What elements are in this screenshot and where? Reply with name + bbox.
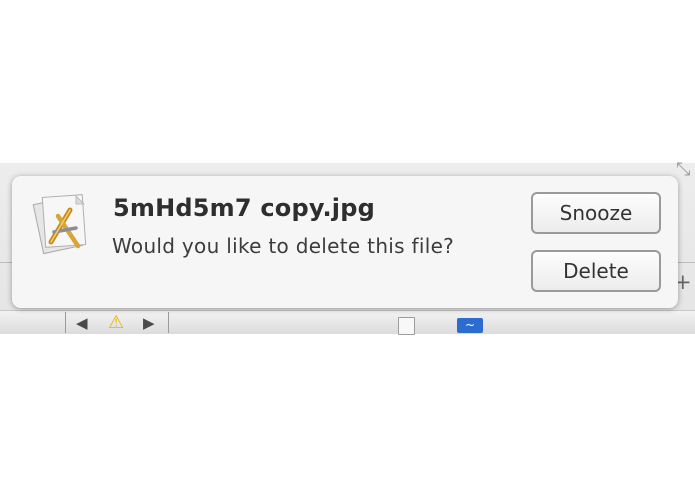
navigator-divider — [168, 312, 169, 333]
notification-banner: 5mHd5m7 copy.jpg Would you like to delet… — [12, 176, 678, 308]
nav-back-icon[interactable]: ◀ — [76, 316, 88, 331]
document-icon[interactable] — [398, 317, 415, 335]
notification-title: 5mHd5m7 copy.jpg — [113, 194, 375, 222]
resize-icon[interactable]: ⤡ — [676, 161, 690, 179]
warning-icon[interactable]: ⚠ — [108, 314, 124, 332]
nav-forward-icon[interactable]: ▶ — [143, 316, 155, 331]
navigator-divider — [65, 312, 66, 333]
snooze-button[interactable]: Snooze — [531, 192, 661, 234]
notification-message: Would you like to delete this file? — [112, 234, 455, 258]
delete-button[interactable]: Delete — [531, 250, 661, 292]
background-navigator-bar — [0, 310, 695, 334]
wave-icon[interactable]: ~ — [457, 318, 483, 333]
app-icon — [32, 194, 87, 255]
